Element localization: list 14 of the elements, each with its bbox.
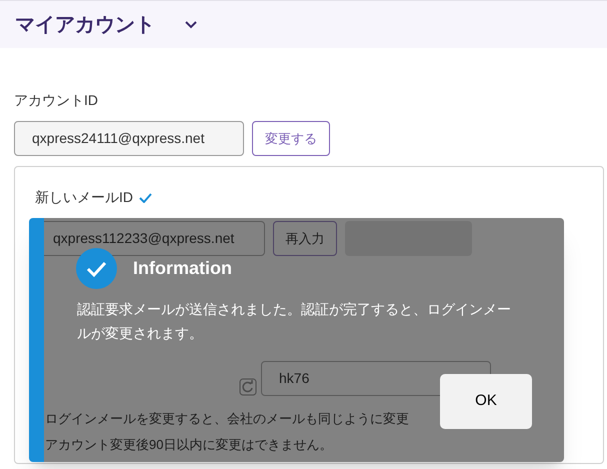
change-button[interactable]: 変更する [252, 121, 330, 156]
refresh-icon[interactable] [239, 378, 257, 396]
note-text: アカウント変更後90日以内に変更はできません。 [45, 436, 334, 454]
reenter-button[interactable]: 再入力 [273, 221, 337, 256]
dialog-message: 認証要求メールが送信されました。認証が完了すると、ログインメールが変更されます。 [77, 300, 512, 343]
check-circle-icon [76, 248, 117, 289]
field-label: アカウントID [14, 91, 99, 110]
note-text: ログインメールを変更すると、会社のメールも同じように変更 [45, 410, 410, 428]
chevron-down-icon[interactable] [185, 20, 197, 28]
dialog-title: Information [133, 257, 232, 280]
account-id-field[interactable]: qxpress24111@qxpress.net [14, 121, 244, 156]
page-title: マイアカウント [15, 12, 155, 38]
field-label: 新しいメールID [35, 188, 133, 207]
ok-button[interactable]: OK [440, 374, 532, 429]
